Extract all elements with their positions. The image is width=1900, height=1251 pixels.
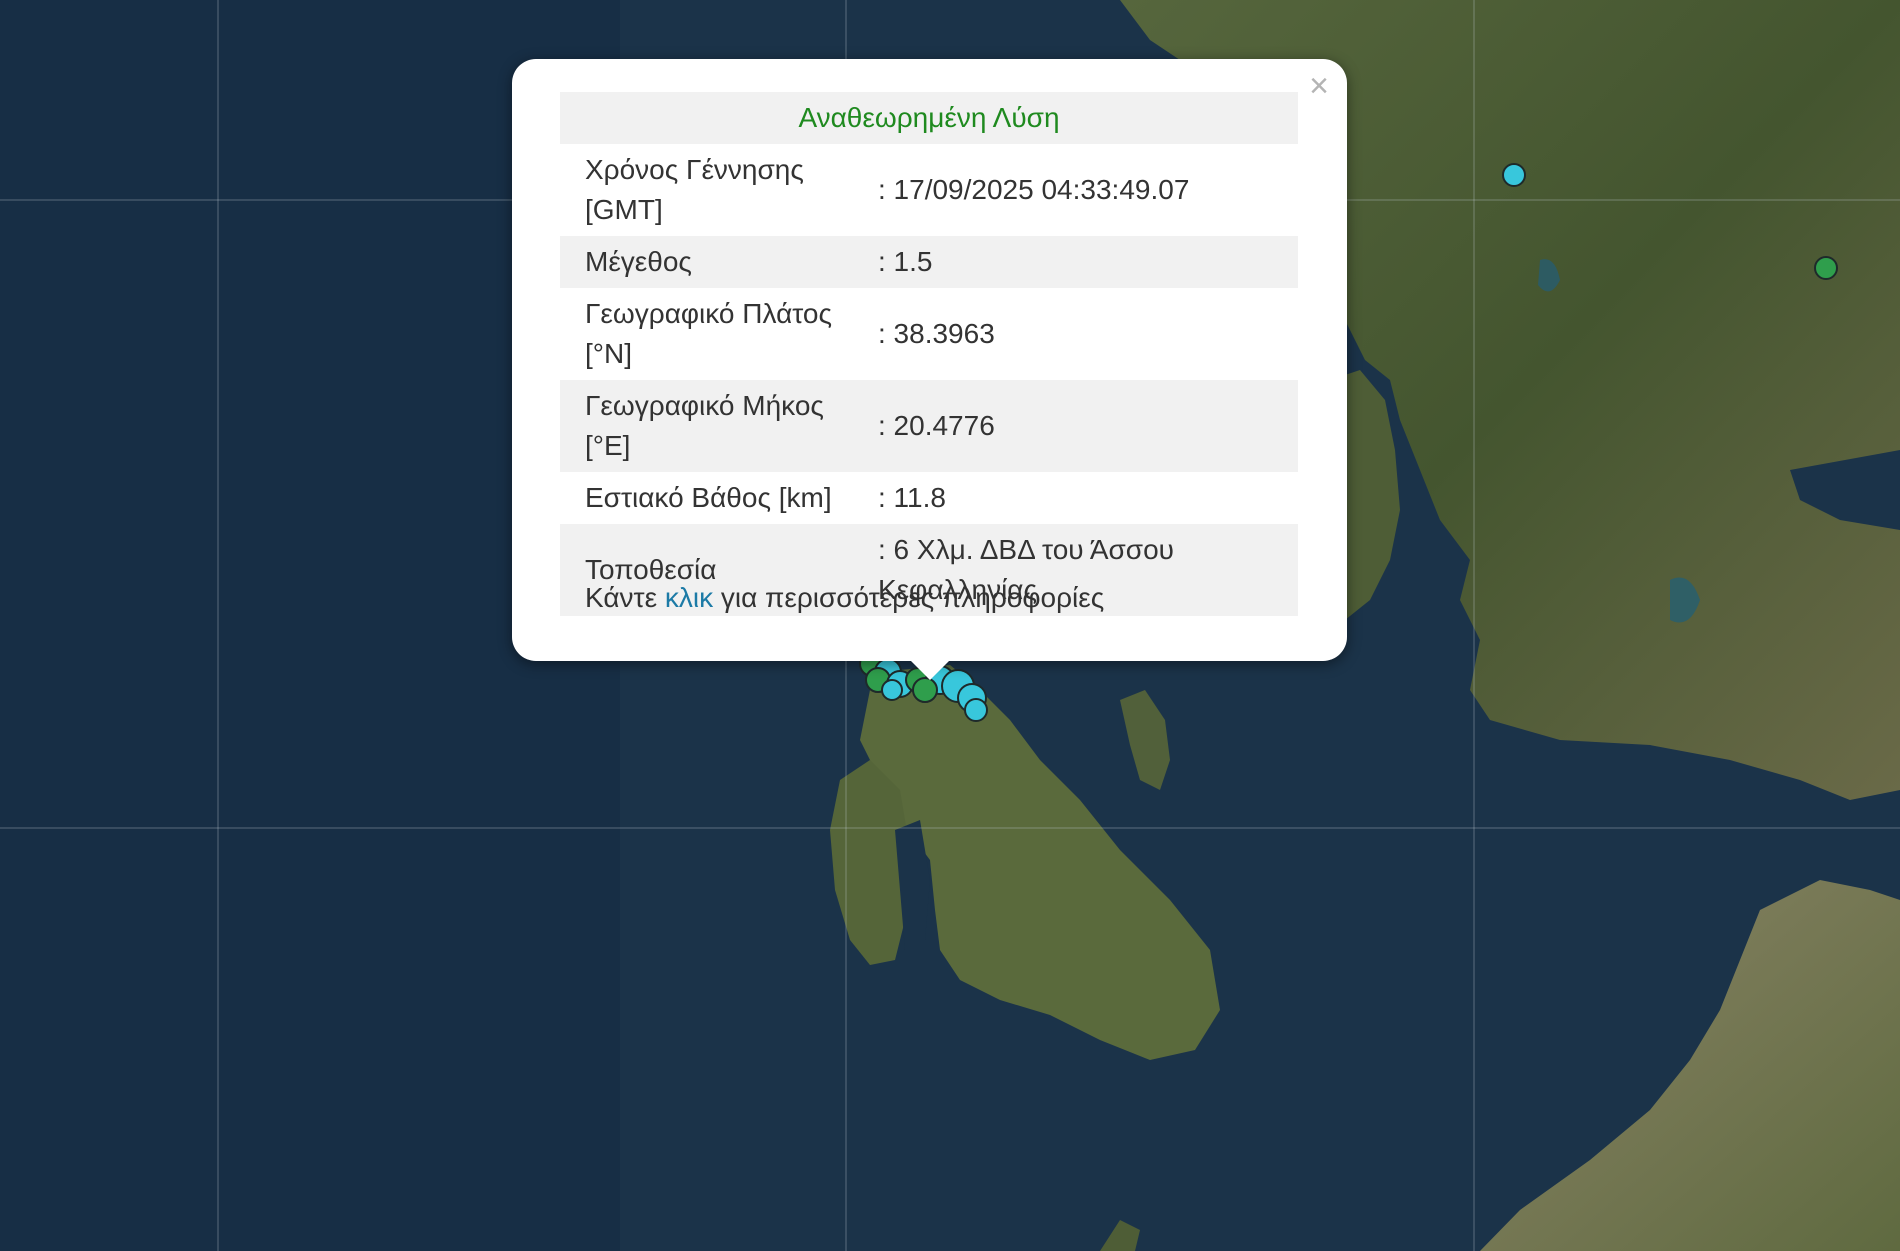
- more-info-link[interactable]: κλικ: [665, 582, 713, 613]
- close-icon[interactable]: ×: [1309, 69, 1329, 103]
- popup-pointer: [908, 658, 952, 680]
- latitude-value: : 38.3963: [878, 318, 995, 349]
- magnitude-label: Μέγεθος: [560, 236, 878, 288]
- row-magnitude: Μέγεθος : 1.5: [560, 236, 1298, 288]
- more-info-suffix: για περισσότερες πληροφορίες: [713, 582, 1105, 613]
- row-origin-time: Χρόνος Γέννησης [GMT] : 17/09/2025 04:33…: [560, 144, 1298, 236]
- row-depth: Εστιακό Βάθος [km] : 11.8: [560, 472, 1298, 524]
- origin-time-label: Χρόνος Γέννησης [GMT]: [585, 154, 804, 225]
- earthquake-marker[interactable]: [1502, 163, 1526, 187]
- earthquake-details-table: Αναθεωρημένη Λύση Χρόνος Γέννησης [GMT] …: [560, 92, 1298, 616]
- latitude-label: Γεωγραφικό Πλάτος [°N]: [585, 298, 832, 369]
- more-info-text: Κάντε κλικ για περισσότερες πληροφορίες: [585, 582, 1104, 614]
- popup-title: Αναθεωρημένη Λύση: [560, 92, 1298, 144]
- magnitude-value: : 1.5: [878, 236, 1298, 288]
- earthquake-marker[interactable]: [912, 677, 938, 703]
- row-latitude: Γεωγραφικό Πλάτος [°N] : 38.3963: [560, 288, 1298, 380]
- longitude-value: : 20.4776: [878, 380, 1298, 472]
- depth-value: : 11.8: [878, 482, 946, 513]
- origin-time-value: : 17/09/2025 04:33:49.07: [878, 174, 1190, 205]
- earthquake-marker[interactable]: [1814, 256, 1838, 280]
- earthquake-marker[interactable]: [964, 698, 988, 722]
- earthquake-info-popup: × Αναθεωρημένη Λύση Χρόνος Γέννησης [GMT…: [512, 59, 1347, 661]
- earthquake-marker[interactable]: [881, 679, 903, 701]
- longitude-label: Γεωγραφικό Μήκος [°E]: [560, 380, 878, 472]
- depth-label: Εστιακό Βάθος [km]: [585, 482, 832, 513]
- more-info-prefix: Κάντε: [585, 582, 665, 613]
- row-longitude: Γεωγραφικό Μήκος [°E] : 20.4776: [560, 380, 1298, 472]
